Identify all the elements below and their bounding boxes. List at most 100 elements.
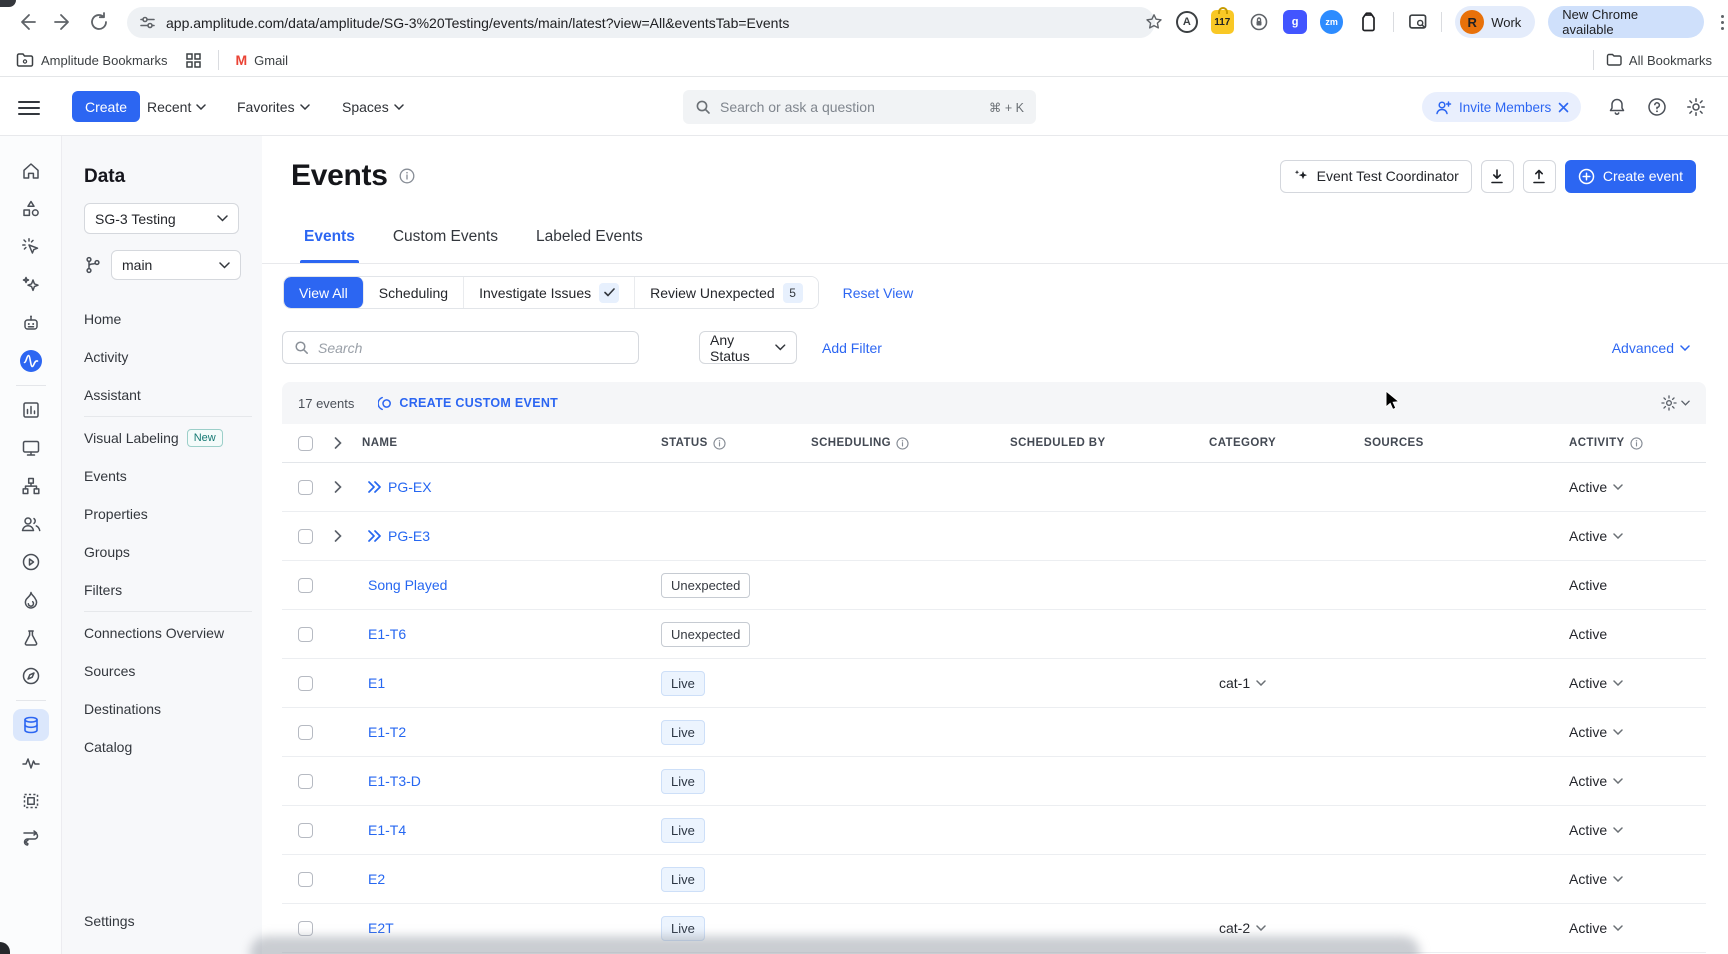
rail-experiment-flask-icon[interactable] — [0, 619, 61, 657]
investigate-issues-segment[interactable]: Investigate Issues — [464, 277, 635, 308]
extension-lock-icon[interactable] — [1247, 10, 1270, 34]
nav-connections-overview[interactable]: Connections Overview — [84, 614, 262, 652]
rail-home-icon[interactable] — [0, 152, 61, 190]
forward-icon[interactable] — [52, 11, 74, 33]
browser-menu-icon[interactable] — [1717, 11, 1728, 34]
extension-clip-icon[interactable] — [1356, 10, 1379, 34]
hamburger-menu-icon[interactable] — [18, 97, 40, 119]
category-select[interactable]: cat-1 — [1209, 675, 1364, 691]
status-filter-select[interactable]: Any Status — [699, 331, 797, 364]
help-icon[interactable] — [1647, 97, 1667, 117]
side-panel-icon[interactable] — [1407, 11, 1428, 33]
event-link[interactable]: PG-E3 — [388, 528, 430, 544]
back-icon[interactable] — [16, 11, 38, 33]
rail-compass-icon[interactable] — [0, 657, 61, 695]
rail-amplitude-logo-icon[interactable] — [0, 342, 61, 380]
row-checkbox[interactable] — [298, 872, 313, 887]
rail-data-database-icon[interactable] — [0, 706, 61, 744]
event-link[interactable]: Song Played — [368, 577, 447, 593]
rail-click-cursor-icon[interactable] — [0, 228, 61, 266]
invite-members-pill[interactable]: Invite Members — [1422, 92, 1581, 122]
extension-a-icon[interactable]: A — [1176, 11, 1198, 33]
event-link[interactable]: E1-T3-D — [368, 773, 421, 789]
branch-select[interactable]: main — [111, 250, 241, 280]
event-link[interactable]: E2T — [368, 920, 394, 936]
site-settings-icon[interactable] — [139, 14, 156, 31]
project-select[interactable]: SG-3 Testing — [84, 203, 239, 234]
event-link[interactable]: E1 — [368, 675, 385, 691]
chrome-update-pill[interactable]: New Chrome available — [1548, 6, 1704, 38]
settings-gear-icon[interactable] — [1686, 97, 1706, 117]
view-all-segment[interactable]: View All — [284, 277, 364, 308]
activity-select[interactable]: Active — [1569, 528, 1690, 544]
rail-signals-pulse-icon[interactable] — [0, 744, 61, 782]
row-checkbox[interactable] — [298, 725, 313, 740]
tab-events[interactable]: Events — [304, 228, 355, 263]
search-input[interactable] — [318, 340, 627, 356]
nav-destinations[interactable]: Destinations — [84, 690, 262, 728]
nav-events[interactable]: Events — [84, 457, 262, 495]
close-icon[interactable] — [1558, 102, 1569, 113]
extension-zm-icon[interactable]: zm — [1320, 10, 1343, 34]
browser-profile[interactable]: R Work — [1455, 6, 1535, 38]
row-expand-chevron-icon[interactable] — [334, 530, 342, 542]
activity-select[interactable]: Active — [1569, 871, 1690, 887]
rail-chart-icon[interactable] — [0, 391, 61, 429]
review-unexpected-segment[interactable]: Review Unexpected 5 — [635, 277, 818, 308]
url-bar[interactable]: app.amplitude.com/data/amplitude/SG-3%20… — [127, 7, 1155, 38]
row-checkbox[interactable] — [298, 774, 313, 789]
rail-selection-square-icon[interactable] — [0, 782, 61, 820]
tab-custom-events[interactable]: Custom Events — [393, 228, 498, 263]
rail-flame-icon[interactable] — [0, 581, 61, 619]
nav-activity[interactable]: Activity — [84, 338, 262, 376]
global-search[interactable]: Search or ask a question ⌘ + K — [683, 90, 1036, 124]
activity-select[interactable]: Active — [1569, 773, 1690, 789]
notifications-bell-icon[interactable] — [1607, 97, 1627, 117]
event-link[interactable]: E2 — [368, 871, 385, 887]
info-icon[interactable] — [896, 437, 909, 450]
scheduling-segment[interactable]: Scheduling — [364, 277, 464, 308]
menu-spaces[interactable]: Spaces — [342, 78, 404, 136]
row-checkbox[interactable] — [298, 921, 313, 936]
event-link[interactable]: E1-T6 — [368, 626, 406, 642]
event-link[interactable]: E1-T4 — [368, 822, 406, 838]
add-filter-link[interactable]: Add Filter — [822, 340, 882, 356]
rail-flow-icon[interactable] — [0, 467, 61, 505]
rail-monitor-icon[interactable] — [0, 429, 61, 467]
table-search[interactable] — [282, 331, 639, 364]
bookmark-star-icon[interactable] — [1145, 13, 1163, 31]
event-test-coordinator-button[interactable]: Event Test Coordinator — [1280, 160, 1472, 193]
rail-pathways-icon[interactable] — [0, 820, 61, 858]
nav-settings[interactable]: Settings — [84, 902, 135, 940]
nav-filters[interactable]: Filters — [84, 571, 262, 609]
nav-home[interactable]: Home — [84, 300, 262, 338]
all-bookmarks[interactable]: All Bookmarks — [1606, 53, 1712, 68]
event-link[interactable]: PG-EX — [388, 479, 432, 495]
export-button[interactable] — [1523, 160, 1556, 193]
reload-icon[interactable] — [88, 11, 110, 33]
row-checkbox[interactable] — [298, 480, 313, 495]
reset-view-link[interactable]: Reset View — [843, 285, 914, 301]
create-event-button[interactable]: Create event — [1565, 160, 1696, 193]
select-all-checkbox[interactable] — [298, 436, 313, 451]
nav-visual-labeling[interactable]: Visual LabelingNew — [84, 419, 262, 457]
activity-select[interactable]: Active — [1569, 920, 1690, 936]
info-icon[interactable] — [1630, 437, 1643, 450]
event-link[interactable]: E1-T2 — [368, 724, 406, 740]
apps-grid-icon[interactable] — [185, 52, 202, 69]
info-icon[interactable] — [399, 168, 415, 184]
extension-g-icon[interactable]: g — [1283, 10, 1306, 34]
menu-favorites[interactable]: Favorites — [237, 78, 310, 136]
rail-ai-sparkle-icon[interactable] — [0, 266, 61, 304]
activity-select[interactable]: Active — [1569, 724, 1690, 740]
create-button[interactable]: Create — [72, 91, 140, 122]
table-settings-gear[interactable] — [1660, 394, 1690, 412]
row-checkbox[interactable] — [298, 529, 313, 544]
nav-properties[interactable]: Properties — [84, 495, 262, 533]
bookmark-folder-amplitude[interactable]: Amplitude Bookmarks — [16, 52, 167, 68]
activity-select[interactable]: Active — [1569, 822, 1690, 838]
advanced-link[interactable]: Advanced — [1612, 340, 1690, 356]
row-checkbox[interactable] — [298, 823, 313, 838]
bookmark-gmail[interactable]: M Gmail — [235, 52, 288, 68]
expand-all-chevron-icon[interactable] — [334, 437, 342, 449]
